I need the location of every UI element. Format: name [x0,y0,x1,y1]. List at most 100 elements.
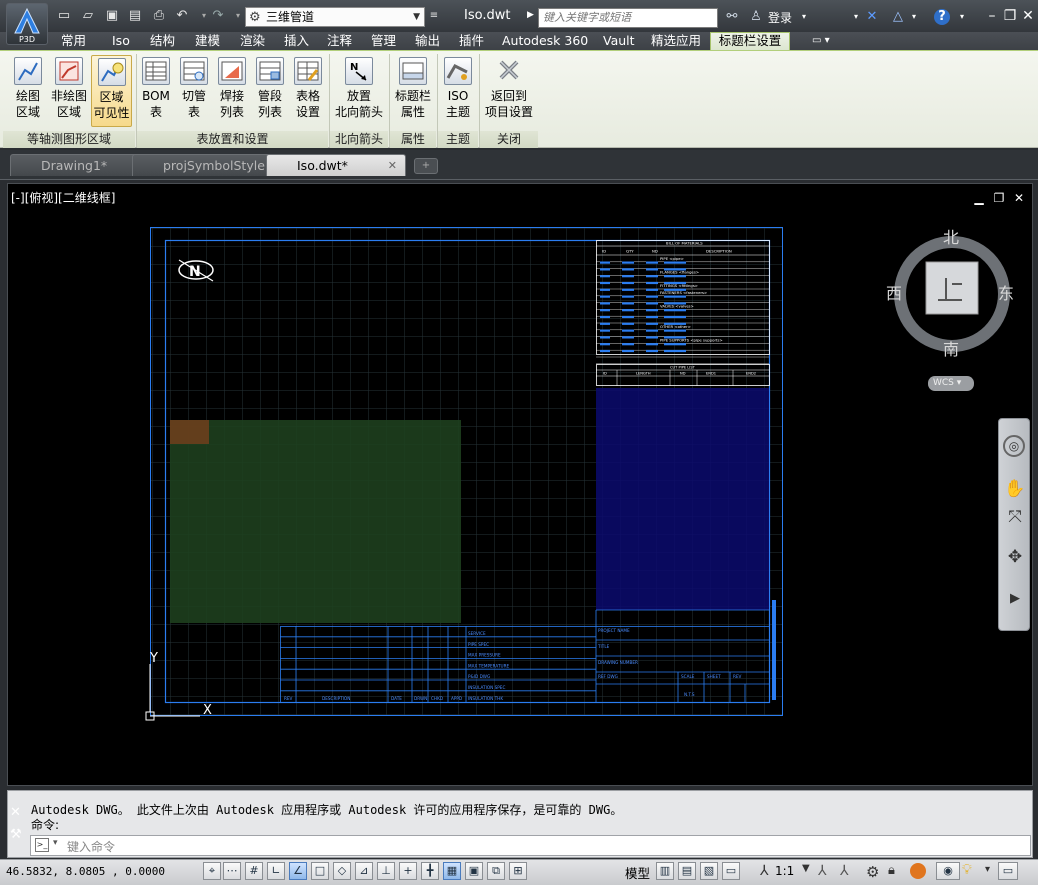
recent-commands-icon[interactable]: ▾ [53,838,58,848]
compass-east[interactable]: 东 [998,280,1014,304]
command-input[interactable]: >_ ▾ 键入命令 [30,835,1031,856]
redo-dropdown-icon[interactable]: ▾ [230,8,246,24]
workspace-select[interactable]: ⚙ 三维管道 ▼ [245,7,425,27]
spool-list-button[interactable]: 管段 列表 [252,55,288,127]
viewport-minimize-icon[interactable]: ▁ [972,191,986,205]
minimize-window-icon[interactable]: – [984,8,1000,24]
tab-plugins[interactable]: 插件 [459,32,484,50]
workspace-switch-icon[interactable]: ⚙ [866,863,879,881]
viewport-restore-icon[interactable]: ❐ [992,191,1006,205]
exchange-dropdown-icon[interactable]: ▾ [848,9,864,25]
cut-pipe-table-button[interactable]: 切管 表 [176,55,212,127]
quick-view-icon[interactable]: ▭ [722,862,740,880]
new-tab-icon[interactable]: + [414,158,438,174]
compass-south[interactable]: 南 [943,336,959,360]
hardware-acceleration-icon[interactable] [910,863,926,879]
undo-icon[interactable]: ↶ [174,8,190,24]
area-visibility-button[interactable]: 区域 可见性 [91,55,132,127]
tab-render[interactable]: 渲染 [240,32,265,50]
lightbulb-icon[interactable]: 💡︎ [962,862,972,878]
tab-titleblock-setup[interactable]: 标题栏设置 [710,32,790,50]
ribbon-minimize-icon[interactable]: ▭ ▾ [812,32,830,50]
doc-tab-drawing1[interactable]: Drawing1* [10,154,148,176]
orbit-icon[interactable]: ✥ [1003,545,1027,569]
viewcube-face[interactable] [925,261,979,315]
status-menu-icon[interactable]: ▾ [985,864,990,875]
showmotion-icon[interactable]: ▶ [1003,587,1027,611]
viewcube[interactable]: 北 南 东 西 [886,228,1014,359]
quick-properties-icon[interactable]: ▣ [465,862,483,880]
compass-north[interactable]: 北 [943,224,959,248]
place-north-arrow-button[interactable]: N 放置 北向箭头 [332,55,386,127]
annotation-scale-icon[interactable]: ⅄ [760,863,769,879]
layout2-icon[interactable]: ▧ [700,862,718,880]
draw-area-button[interactable]: 绘图 区域 [11,55,45,127]
a360-dropdown-icon[interactable]: ▾ [906,9,922,25]
save-as-icon[interactable]: ▤ [127,8,143,24]
selection-cycling-icon[interactable]: ⧉ [487,862,505,880]
search-input[interactable]: 键入关键字或短语 [538,8,718,28]
command-prompt-icon[interactable]: >_ [35,838,49,852]
layout-model-icon[interactable]: ▥ [656,862,674,880]
tab-modeling[interactable]: 建模 [195,32,220,50]
steering-wheel-icon[interactable]: ◎ [1003,435,1025,457]
viewport-controls-label[interactable]: [-][俯视][二维线框] [11,189,115,206]
exchange-apps-icon[interactable]: ✕ [864,9,880,25]
model-space-toggle[interactable]: 模型 [625,863,650,882]
3d-osnap-icon[interactable]: ◇ [333,862,351,880]
coordinates-readout[interactable]: 46.5832, 8.0805 , 0.0000 [6,865,165,878]
dynamic-ucs-icon[interactable]: ⊥ [377,862,395,880]
ortho-mode-icon[interactable]: ∟ [267,862,285,880]
login-link[interactable]: 登录 [768,9,792,26]
clean-screen-icon[interactable]: ▭ [998,862,1018,880]
print-icon[interactable]: ⎙ [151,8,167,24]
tab-manage[interactable]: 管理 [371,32,396,50]
scale-dropdown-icon[interactable]: ▼ [802,863,810,874]
titleblock-properties-button[interactable]: 标题栏 属性 [392,55,434,127]
binoculars-icon[interactable]: ⚯ [724,9,740,25]
grid-display-icon[interactable]: # [245,862,263,880]
close-window-icon[interactable]: ✕ [1020,8,1036,24]
help-dropdown-icon[interactable]: ▾ [954,9,970,25]
lineweight-icon[interactable]: ╋ [421,862,439,880]
compass-west[interactable]: 西 [886,280,902,304]
search-expand-icon[interactable]: ▶ [527,10,534,20]
tab-structure[interactable]: 结构 [150,32,175,50]
non-draw-area-button[interactable]: 非绘图 区域 [49,55,89,127]
application-menu-button[interactable]: P3D [6,3,48,45]
tab-featured-apps[interactable]: 精选应用 [651,32,701,50]
open-file-icon[interactable]: ▱ [80,8,96,24]
bom-table-button[interactable]: BOM 表 [139,55,173,127]
object-snap-tracking-icon[interactable]: ⊿ [355,862,373,880]
pan-hand-icon[interactable]: ✋ [1003,477,1027,501]
annotation-scale[interactable]: 1:1 [775,864,794,878]
autodesk-360-icon[interactable]: △ [890,9,906,25]
help-icon[interactable]: ? [934,9,950,25]
user-icon[interactable]: ♙ [748,9,764,25]
login-dropdown-icon[interactable]: ▾ [796,9,812,25]
layout1-icon[interactable]: ▤ [678,862,696,880]
dynamic-input-icon[interactable]: + [399,862,417,880]
close-command-icon[interactable]: ✕ [10,805,21,820]
zoom-extents-icon[interactable]: ⤧ [1003,505,1027,529]
weld-list-button[interactable]: 焊接 列表 [214,55,250,127]
viewport-close-icon[interactable]: ✕ [1012,191,1026,205]
qat-customize-icon[interactable]: ≡ [426,8,442,24]
restore-window-icon[interactable]: ❐ [1002,8,1018,24]
tab-annotate[interactable]: 注释 [327,32,352,50]
polar-tracking-icon[interactable]: ∠ [289,862,307,880]
wrench-icon[interactable]: ⚒ [10,827,22,842]
tab-autodesk-360[interactable]: Autodesk 360 [502,32,588,50]
tab-iso[interactable]: Iso [112,32,130,50]
osnap-icon[interactable]: □ [311,862,329,880]
wcs-menu[interactable]: WCS ▾ [928,376,974,391]
transparency-icon[interactable]: ▦ [443,862,461,880]
annotation-visibility-icon[interactable]: ⅄ [818,863,827,879]
table-settings-button[interactable]: 表格 设置 [290,55,326,127]
doc-tab-projsymbolstyle[interactable]: projSymbolStyle [132,154,280,176]
redo-icon[interactable]: ↷ [210,8,226,24]
doc-tab-iso[interactable]: Iso.dwt* ✕ [266,154,406,176]
lock-ui-icon[interactable]: 🔒︎ [888,863,895,878]
tab-output[interactable]: 输出 [415,32,440,50]
tab-home[interactable]: 常用 [61,32,86,50]
